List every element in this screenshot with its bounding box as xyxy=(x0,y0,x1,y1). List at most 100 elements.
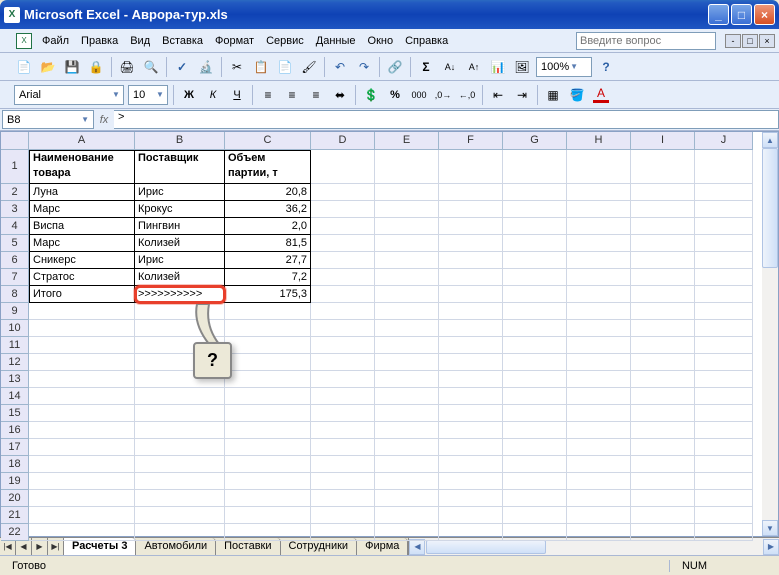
cell-B14[interactable] xyxy=(135,388,225,405)
cell-B18[interactable] xyxy=(135,456,225,473)
row-header-14[interactable]: 14 xyxy=(1,388,29,405)
cell-A16[interactable] xyxy=(29,422,135,439)
cell-J4[interactable] xyxy=(695,218,753,235)
permission-icon[interactable]: 🔒 xyxy=(85,56,107,78)
cell-H3[interactable] xyxy=(567,201,631,218)
cell-D7[interactable] xyxy=(311,269,375,286)
row-header-13[interactable]: 13 xyxy=(1,371,29,388)
cell-D17[interactable] xyxy=(311,439,375,456)
cell-D2[interactable] xyxy=(311,184,375,201)
cell-G10[interactable] xyxy=(503,320,567,337)
cell-I8[interactable] xyxy=(631,286,695,303)
sort-asc-icon[interactable]: A↓ xyxy=(439,56,461,78)
cell-G12[interactable] xyxy=(503,354,567,371)
close-button[interactable]: × xyxy=(754,4,775,25)
cell-G9[interactable] xyxy=(503,303,567,320)
comma-icon[interactable]: 000 xyxy=(408,84,430,106)
cell-A9[interactable] xyxy=(29,303,135,320)
row-header-15[interactable]: 15 xyxy=(1,405,29,422)
cell-F19[interactable] xyxy=(439,473,503,490)
cell-D3[interactable] xyxy=(311,201,375,218)
cell-D5[interactable] xyxy=(311,235,375,252)
cell-C22[interactable] xyxy=(225,524,311,541)
cell-D9[interactable] xyxy=(311,303,375,320)
cell-F15[interactable] xyxy=(439,405,503,422)
cell-A1[interactable]: Наименование товара xyxy=(29,150,135,184)
cell-A6[interactable]: Сникерс xyxy=(29,252,135,269)
cell-H20[interactable] xyxy=(567,490,631,507)
cell-I19[interactable] xyxy=(631,473,695,490)
cell-G17[interactable] xyxy=(503,439,567,456)
cell-C18[interactable] xyxy=(225,456,311,473)
cell-E7[interactable] xyxy=(375,269,439,286)
cell-C14[interactable] xyxy=(225,388,311,405)
cell-C17[interactable] xyxy=(225,439,311,456)
cell-E14[interactable] xyxy=(375,388,439,405)
cell-B22[interactable] xyxy=(135,524,225,541)
cell-A17[interactable] xyxy=(29,439,135,456)
cell-C11[interactable] xyxy=(225,337,311,354)
toolbar-handle[interactable] xyxy=(4,33,8,49)
merge-center-icon[interactable]: ⬌ xyxy=(329,84,351,106)
save-icon[interactable]: 💾 xyxy=(61,56,83,78)
cell-H10[interactable] xyxy=(567,320,631,337)
cell-C9[interactable] xyxy=(225,303,311,320)
cell-I14[interactable] xyxy=(631,388,695,405)
research-icon[interactable]: 🔬 xyxy=(195,56,217,78)
cell-E21[interactable] xyxy=(375,507,439,524)
cell-J19[interactable] xyxy=(695,473,753,490)
cell-J13[interactable] xyxy=(695,371,753,388)
cell-F22[interactable] xyxy=(439,524,503,541)
cell-I21[interactable] xyxy=(631,507,695,524)
cell-B15[interactable] xyxy=(135,405,225,422)
currency-icon[interactable]: 💲 xyxy=(360,84,382,106)
cell-F4[interactable] xyxy=(439,218,503,235)
cell-J16[interactable] xyxy=(695,422,753,439)
autosum-icon[interactable]: Σ xyxy=(415,56,437,78)
cell-E1[interactable] xyxy=(375,150,439,184)
menu-view[interactable]: Вид xyxy=(124,33,156,49)
cell-F21[interactable] xyxy=(439,507,503,524)
cell-F7[interactable] xyxy=(439,269,503,286)
cell-C6[interactable]: 27,7 xyxy=(225,252,311,269)
cell-A12[interactable] xyxy=(29,354,135,371)
cell-J12[interactable] xyxy=(695,354,753,371)
cell-I13[interactable] xyxy=(631,371,695,388)
cell-A15[interactable] xyxy=(29,405,135,422)
cell-C8[interactable]: 175,3 xyxy=(225,286,311,303)
cell-J15[interactable] xyxy=(695,405,753,422)
cell-I6[interactable] xyxy=(631,252,695,269)
cell-C5[interactable]: 81,5 xyxy=(225,235,311,252)
col-header-C[interactable]: C xyxy=(225,132,311,150)
grid[interactable]: Наименование товараПоставщикОбъем партии… xyxy=(29,150,762,536)
row-header-20[interactable]: 20 xyxy=(1,490,29,507)
cell-J3[interactable] xyxy=(695,201,753,218)
cell-I15[interactable] xyxy=(631,405,695,422)
cell-I17[interactable] xyxy=(631,439,695,456)
fx-icon[interactable]: fx xyxy=(94,114,114,126)
cell-H7[interactable] xyxy=(567,269,631,286)
menu-edit[interactable]: Правка xyxy=(75,33,124,49)
cell-C13[interactable] xyxy=(225,371,311,388)
cell-H12[interactable] xyxy=(567,354,631,371)
print-preview-icon[interactable]: 🔍 xyxy=(140,56,162,78)
cell-H14[interactable] xyxy=(567,388,631,405)
row-header-7[interactable]: 7 xyxy=(1,269,29,286)
cell-I4[interactable] xyxy=(631,218,695,235)
cell-C15[interactable] xyxy=(225,405,311,422)
row-header-17[interactable]: 17 xyxy=(1,439,29,456)
col-header-J[interactable]: J xyxy=(695,132,753,150)
cell-E17[interactable] xyxy=(375,439,439,456)
undo-icon[interactable]: ↶ xyxy=(329,56,351,78)
cell-G18[interactable] xyxy=(503,456,567,473)
cell-H15[interactable] xyxy=(567,405,631,422)
cell-D6[interactable] xyxy=(311,252,375,269)
col-header-A[interactable]: A xyxy=(29,132,135,150)
row-header-11[interactable]: 11 xyxy=(1,337,29,354)
increase-indent-icon[interactable]: ⇥ xyxy=(511,84,533,106)
borders-icon[interactable]: ▦ xyxy=(542,84,564,106)
scroll-down-button[interactable]: ▼ xyxy=(762,520,778,536)
cell-J6[interactable] xyxy=(695,252,753,269)
cell-G4[interactable] xyxy=(503,218,567,235)
cell-E20[interactable] xyxy=(375,490,439,507)
